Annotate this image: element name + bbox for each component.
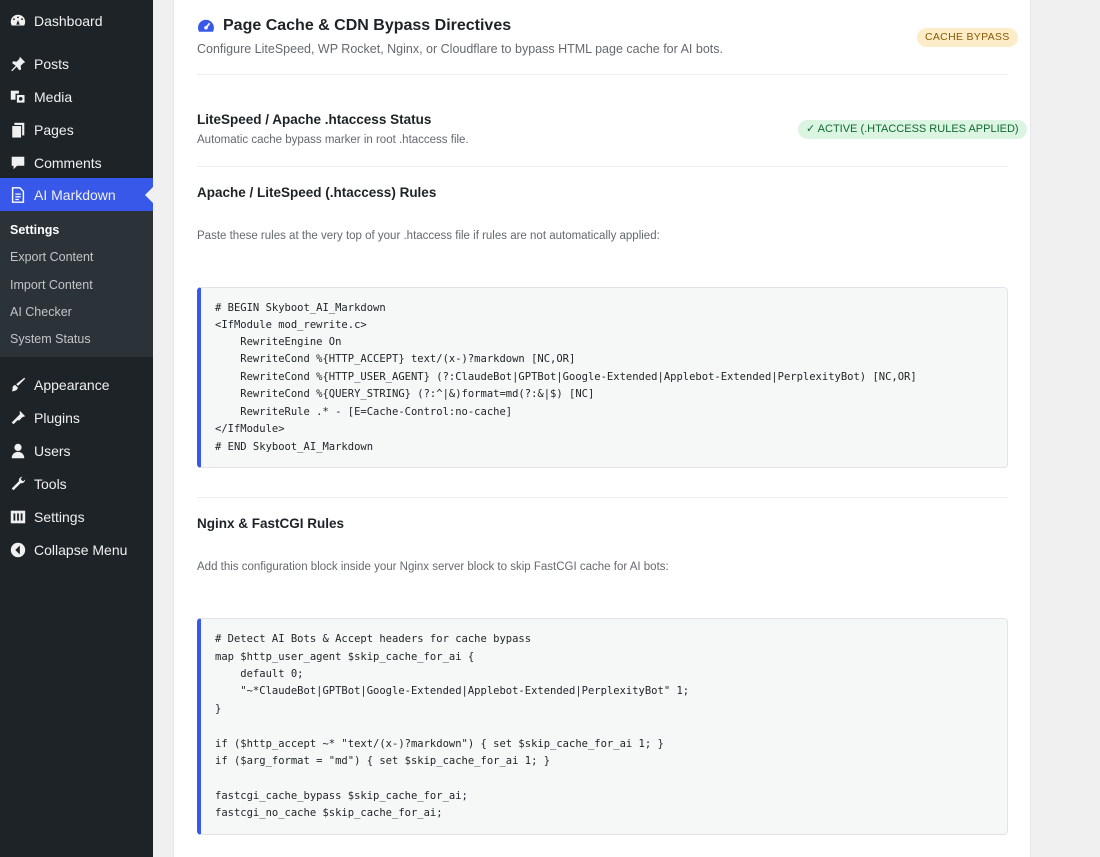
sidebar-item-label: Tools: [34, 475, 67, 492]
sidebar-item-label: Pages: [34, 121, 74, 138]
page-subtitle: Configure LiteSpeed, WP Rocket, Nginx, o…: [197, 42, 723, 56]
sidebar-item-label: Settings: [34, 508, 85, 525]
wrench-icon: [8, 474, 28, 494]
sidebar-item-tools[interactable]: Tools: [0, 467, 153, 500]
sidebar-item-label: AI Markdown: [34, 186, 116, 203]
apache-section-title: Apache / LiteSpeed (.htaccess) Rules: [197, 185, 437, 200]
admin-sidebar: Dashboard Posts Media Pages Comments AI …: [0, 0, 153, 857]
pin-icon: [8, 54, 28, 74]
code-line: fastcgi_cache_bypass $skip_cache_for_ai;: [215, 790, 468, 802]
submenu-item-settings[interactable]: Settings: [10, 223, 59, 237]
status-description: Automatic cache bypass marker in root .h…: [197, 134, 469, 146]
sidebar-item-settings[interactable]: Settings: [0, 500, 153, 533]
sidebar-item-appearance[interactable]: Appearance: [0, 368, 153, 401]
code-line: RewriteRule .* - [E=Cache-Control:no-cac…: [215, 406, 513, 418]
brush-icon: [8, 375, 28, 395]
code-line: # Detect AI Bots & Accept headers for ca…: [215, 633, 532, 645]
settings-icon: [8, 507, 28, 527]
sidebar-item-label: Users: [34, 442, 71, 459]
comment-icon: [8, 153, 28, 173]
nginx-section-title: Nginx & FastCGI Rules: [197, 516, 345, 531]
sidebar-item-pages[interactable]: Pages: [0, 113, 153, 146]
plugin-icon: [8, 408, 28, 428]
sidebar-item-dashboard[interactable]: Dashboard: [0, 4, 153, 37]
media-icon: [8, 87, 28, 107]
code-line: <IfModule mod_rewrite.c>: [215, 319, 367, 331]
page-title: Page Cache & CDN Bypass Directives: [223, 17, 512, 34]
sidebar-item-posts[interactable]: Posts: [0, 47, 153, 80]
code-line: RewriteCond %{HTTP_ACCEPT} text/(x-)?mar…: [215, 353, 576, 365]
nginx-section-description: Add this configuration block inside your…: [197, 561, 669, 573]
code-line: map $http_user_agent $skip_cache_for_ai …: [215, 651, 475, 663]
code-line: RewriteCond %{QUERY_STRING} (?:^|&)forma…: [215, 388, 595, 400]
apache-section-description: Paste these rules at the very top of you…: [197, 230, 660, 242]
sidebar-item-label: Plugins: [34, 409, 80, 426]
sidebar-item-label: Comments: [34, 154, 102, 171]
code-line: RewriteCond %{HTTP_USER_AGENT} (?:Claude…: [215, 371, 917, 383]
divider: [197, 74, 1008, 75]
code-line: if ($http_accept ~* "text/(x-)?markdown"…: [215, 738, 664, 750]
submenu-item-ai-checker[interactable]: AI Checker: [10, 305, 72, 319]
code-line: # BEGIN Skyboot_AI_Markdown: [215, 302, 386, 314]
status-title: LiteSpeed / Apache .htaccess Status: [197, 112, 432, 127]
apache-code-block[interactable]: # BEGIN Skyboot_AI_Markdown <IfModule mo…: [197, 287, 1008, 468]
pages-icon: [8, 120, 28, 140]
page-background: [1031, 0, 1100, 857]
divider: [197, 166, 1008, 167]
user-icon: [8, 441, 28, 461]
document-icon: [8, 185, 28, 205]
sidebar-item-label: Dashboard: [34, 12, 103, 29]
dashboard-icon: [8, 11, 28, 31]
sidebar-item-comments[interactable]: Comments: [0, 146, 153, 179]
code-line: # END Skyboot_AI_Markdown: [215, 441, 374, 453]
speedometer-icon: [197, 18, 215, 39]
sidebar-item-collapse-menu[interactable]: Collapse Menu: [0, 533, 153, 566]
submenu-item-system-status[interactable]: System Status: [10, 332, 91, 346]
divider: [197, 497, 1008, 498]
sidebar-item-label: Collapse Menu: [34, 541, 128, 558]
code-line: default 0;: [215, 668, 304, 680]
sidebar-item-plugins[interactable]: Plugins: [0, 401, 153, 434]
settings-card: Page Cache & CDN Bypass Directives Confi…: [173, 0, 1031, 857]
sidebar-item-label: Posts: [34, 55, 70, 72]
code-line: fastcgi_no_cache $skip_cache_for_ai;: [215, 807, 443, 819]
sidebar-item-media[interactable]: Media: [0, 80, 153, 113]
nginx-code-block[interactable]: # Detect AI Bots & Accept headers for ca…: [197, 618, 1008, 835]
sidebar-item-users[interactable]: Users: [0, 434, 153, 467]
collapse-icon: [8, 540, 28, 560]
status-badge: ✓ ACTIVE (.HTACCESS RULES APPLIED): [798, 120, 1027, 139]
sidebar-item-ai-markdown[interactable]: AI Markdown: [0, 178, 153, 211]
code-line: if ($arg_format = "md") { set $skip_cach…: [215, 755, 551, 767]
ai-markdown-submenu: Settings Export Content Import Content A…: [0, 211, 153, 357]
submenu-item-import-content[interactable]: Import Content: [10, 278, 93, 292]
sidebar-item-label: Appearance: [34, 376, 110, 393]
code-line: "~*ClaudeBot|GPTBot|Google-Extended|Appl…: [215, 685, 690, 697]
submenu-item-export-content[interactable]: Export Content: [10, 250, 93, 264]
code-line: RewriteEngine On: [215, 336, 342, 348]
sidebar-item-label: Media: [34, 88, 73, 105]
cache-bypass-badge: CACHE BYPASS: [917, 28, 1018, 47]
code-line: }: [215, 703, 222, 715]
code-line: </IfModule>: [215, 423, 285, 435]
